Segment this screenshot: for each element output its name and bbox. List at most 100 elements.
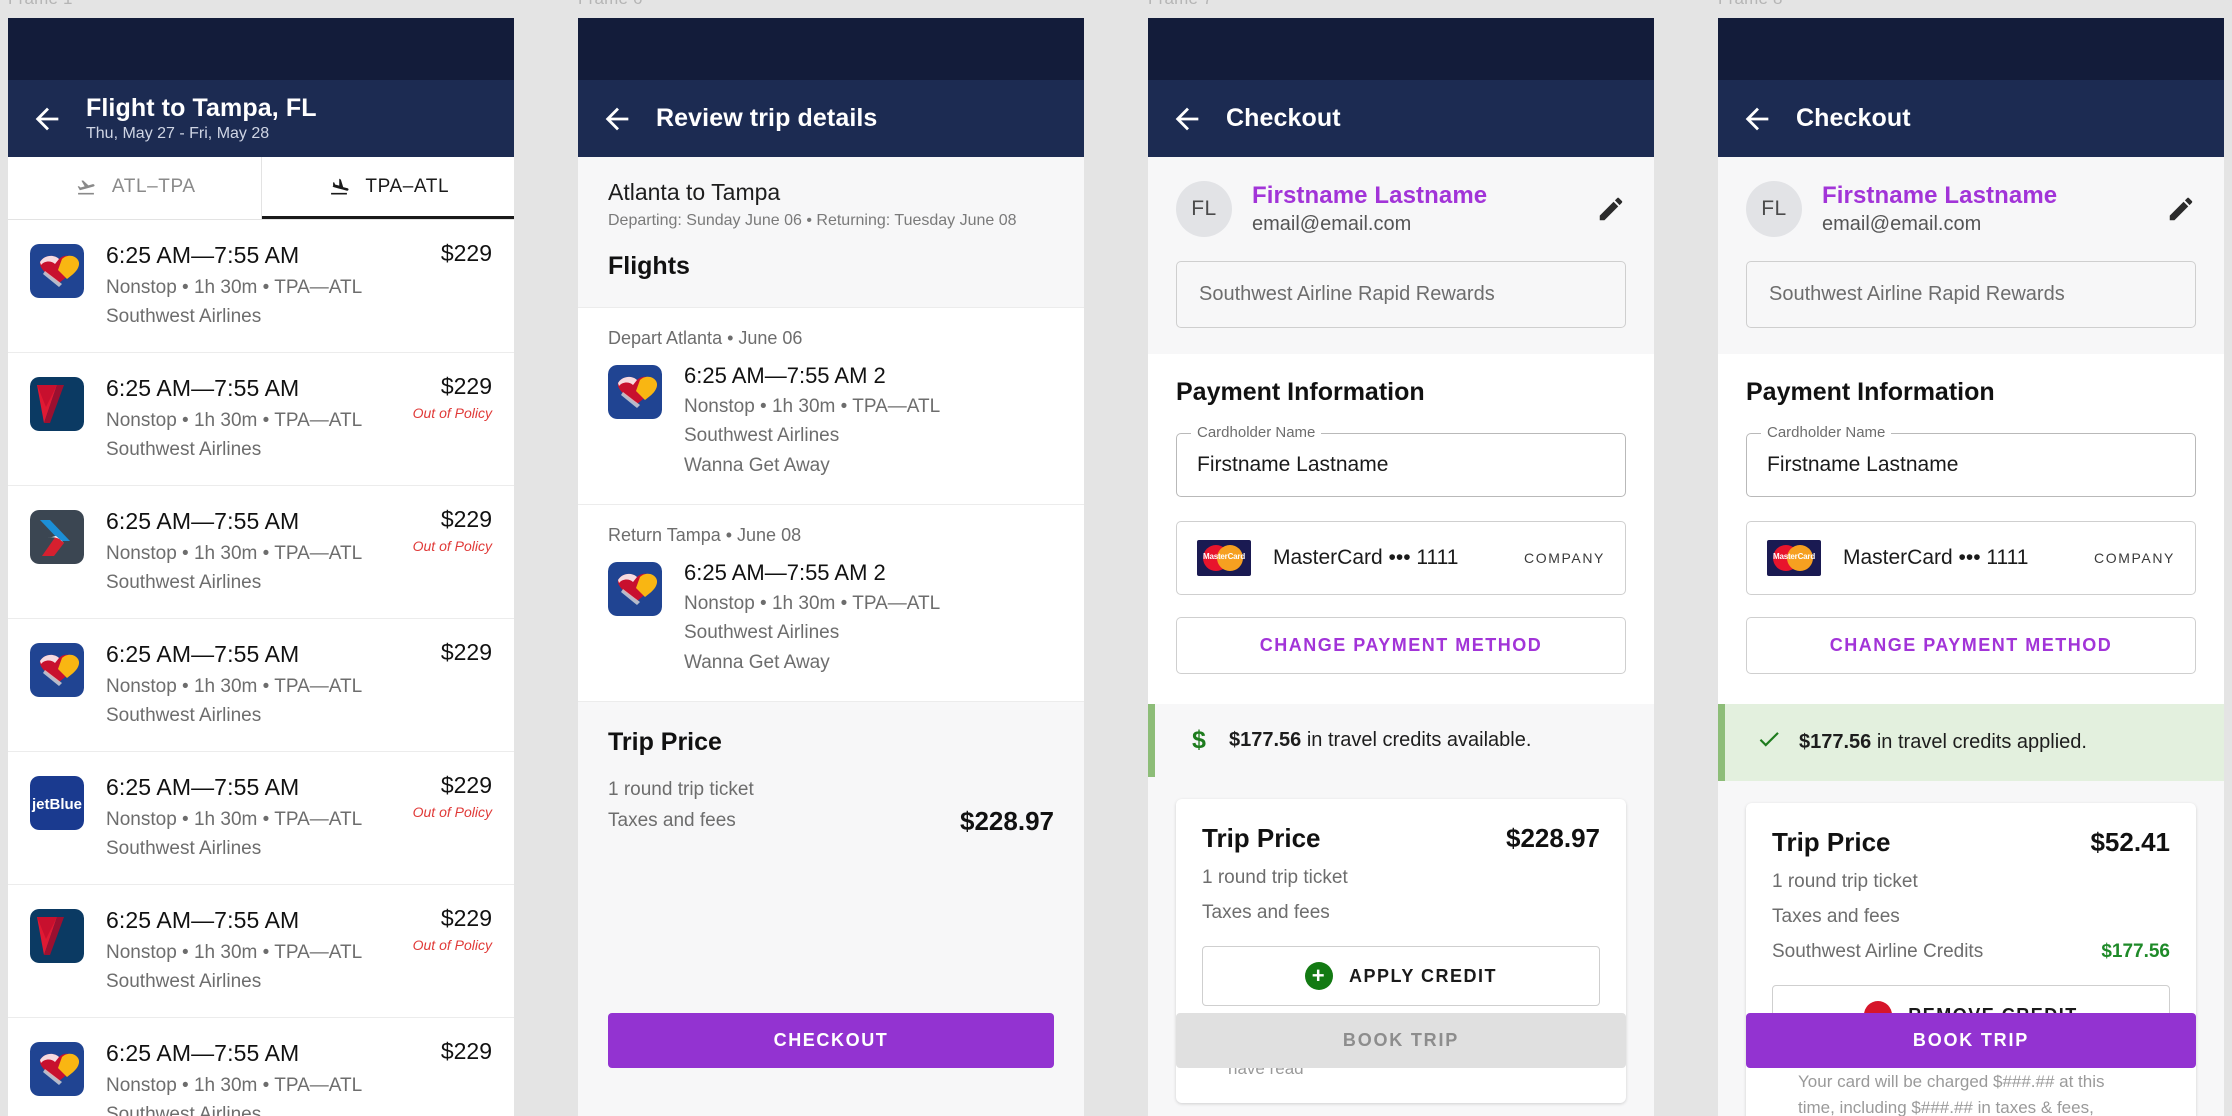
- flight-time: 6:25 AM—7:55 AM: [106, 242, 300, 268]
- checkout-button[interactable]: CHECKOUT: [608, 1013, 1054, 1068]
- flight-row[interactable]: 6:25 AM—7:55 AM Nonstop • 1h 30m • TPA—A…: [8, 618, 514, 752]
- traveler-texts: Firstname Lastname email@email.com: [1822, 182, 2166, 236]
- trip-price-amount: $228.97: [1506, 823, 1600, 853]
- add-circle-icon: +: [1304, 962, 1333, 990]
- rewards-input[interactable]: Southwest Airline Rapid Rewards: [1746, 261, 2196, 328]
- flight-airline: Southwest Airlines: [106, 838, 262, 860]
- out-of-policy-badge: Out of Policy: [412, 803, 492, 820]
- flight-price: $229: [440, 771, 492, 798]
- rewards-input[interactable]: Southwest Airline Rapid Rewards: [1176, 261, 1626, 328]
- app-bar: Checkout: [1148, 80, 1654, 157]
- book-trip-button[interactable]: BOOK TRIP: [1176, 1013, 1626, 1068]
- flight-price: $229: [440, 904, 492, 931]
- flight-row[interactable]: 6:25 AM—7:55 AM Nonstop • 1h 30m • TPA—A…: [8, 220, 514, 353]
- southwest-logo: [30, 642, 84, 697]
- page-title: Review trip details: [656, 104, 878, 133]
- credit-text: in travel credits available.: [1301, 729, 1532, 751]
- cardholder-field[interactable]: Cardholder Name Firstname Lastname: [1176, 424, 1626, 497]
- trip-price-lines: 1 round trip ticket Taxes and fees: [608, 775, 754, 837]
- leg-tabs: ATL–TPA TPA–ATL: [8, 157, 514, 220]
- change-payment-method-button[interactable]: CHANGE PAYMENT METHOD: [1746, 617, 2196, 674]
- credit-banner: $ $177.56 in travel credits available.: [1148, 704, 1654, 777]
- credit-text: in travel credits applied.: [1871, 731, 2087, 753]
- flight-info: 6:25 AM—7:55 AM Nonstop • 1h 30m • TPA—A…: [106, 905, 403, 997]
- trip-price-line-2-label: Taxes and fees: [1202, 902, 1330, 923]
- app-bar-titles: Flight to Tampa, FL Thu, May 27 - Fri, M…: [86, 94, 317, 144]
- depart-segment: Depart Atlanta • June 06 6:25 AM—7:55 AM…: [578, 307, 1084, 506]
- flight-meta: Nonstop • 1h 30m • TPA—ATL: [106, 808, 363, 830]
- flight-price: $229: [440, 1037, 492, 1064]
- flight-price-col: $229 Out of Policy: [403, 506, 492, 554]
- flight-price: $229: [440, 505, 492, 532]
- flight-row[interactable]: 6:25 AM—7:55 AM Nonstop • 1h 30m • TPA—A…: [8, 884, 514, 1018]
- trip-price-line-1-label: 1 round trip ticket: [1772, 871, 1918, 892]
- credit-amount: $177.56: [1799, 731, 1872, 753]
- flight-takeoff-icon: [73, 177, 99, 197]
- frame-2-review-trip: Review trip details Atlanta to Tampa Dep…: [578, 18, 1084, 1116]
- flight-time: 6:25 AM—7:55 AM: [106, 1039, 300, 1066]
- flight-info: 6:25 AM—7:55 AM Nonstop • 1h 30m • TPA—A…: [106, 240, 431, 332]
- flight-row[interactable]: 6:25 AM—7:55 AM Nonstop • 1h 30m • TPA—A…: [8, 352, 514, 486]
- southwest-logo: [30, 1041, 84, 1096]
- status-bar: [1148, 18, 1654, 80]
- saved-card-row[interactable]: MasterCard MasterCard ••• 1111 COMPANY: [1746, 521, 2196, 595]
- back-arrow-icon[interactable]: [1740, 102, 1774, 136]
- flight-price-col: $229 Out of Policy: [403, 772, 492, 820]
- pencil-icon[interactable]: [1596, 194, 1626, 224]
- credit-line-value: $177.56: [2101, 941, 2170, 962]
- segment-airline: Southwest Airlines: [684, 425, 840, 447]
- trip-price-line-2: Taxes and fees: [1202, 902, 1600, 924]
- flight-row[interactable]: 6:25 AM—7:55 AM Nonstop • 1h 30m • TPA—A…: [8, 1017, 514, 1116]
- frame-label-1: Frame 1: [8, 0, 73, 9]
- trip-price-line-1: 1 round trip ticket: [608, 779, 754, 801]
- status-bar: [578, 18, 1084, 80]
- traveler-section: FL Firstname Lastname email@email.com So…: [1718, 157, 2224, 354]
- back-arrow-icon[interactable]: [1170, 102, 1204, 136]
- flight-row[interactable]: 6:25 AM—7:55 AM Nonstop • 1h 30m • TPA—A…: [8, 485, 514, 619]
- flight-meta: Nonstop • 1h 30m • TPA—ATL: [106, 542, 363, 564]
- flight-time: 6:25 AM—7:55 AM: [106, 374, 300, 401]
- trip-price-line-1: 1 round trip ticket: [1772, 871, 2170, 893]
- traveler-email: email@email.com: [1822, 213, 1982, 235]
- frame-4-checkout-credit-applied: Checkout FL Firstname Lastname email@ema…: [1718, 18, 2224, 1116]
- tab-tpa-atl[interactable]: TPA–ATL: [261, 157, 514, 219]
- pencil-icon[interactable]: [2166, 194, 2196, 224]
- frame-label-3: Frame 7: [1148, 0, 1213, 9]
- cardholder-field[interactable]: Cardholder Name Firstname Lastname: [1746, 424, 2196, 497]
- card-badge: COMPANY: [2094, 550, 2175, 566]
- svg-text:jetBlue: jetBlue: [31, 796, 82, 813]
- flight-time: 6:25 AM—7:55 AM: [106, 773, 300, 800]
- app-bar: Flight to Tampa, FL Thu, May 27 - Fri, M…: [8, 80, 514, 157]
- flight-price-col: $229: [431, 1038, 492, 1070]
- traveler-row: FL Firstname Lastname email@email.com: [1746, 181, 2196, 237]
- flight-meta: Nonstop • 1h 30m • TPA—ATL: [106, 409, 363, 431]
- southwest-logo: [30, 244, 84, 298]
- trip-price-row: 1 round trip ticket Taxes and fees $228.…: [608, 775, 1054, 837]
- card-label: MasterCard ••• 1111: [1843, 546, 2029, 569]
- flight-price: $229: [440, 240, 492, 266]
- flight-row[interactable]: jetBlue 6:25 AM—7:55 AM Nonstop • 1h 30m…: [8, 751, 514, 885]
- return-segment: Return Tampa • June 08 6:25 AM—7:55 AM 2…: [578, 505, 1084, 703]
- trip-price-title: Trip Price: [1772, 827, 1891, 857]
- trip-price-credit-line: Southwest Airline Credits $177.56: [1772, 941, 2170, 963]
- frame-label-4: Frame 8: [1718, 0, 1783, 9]
- tab-atl-tpa[interactable]: ATL–TPA: [8, 157, 261, 219]
- back-arrow-icon[interactable]: [30, 102, 64, 136]
- trip-route: Atlanta to Tampa: [608, 179, 781, 205]
- segment-text: 6:25 AM—7:55 AM 2 Nonstop • 1h 30m • TPA…: [684, 558, 940, 677]
- trip-price-title: Trip Price: [608, 728, 722, 757]
- checkout-body: FL Firstname Lastname email@email.com So…: [1718, 157, 2224, 1116]
- book-trip-button[interactable]: BOOK TRIP: [1746, 1013, 2196, 1068]
- segment-airline: Southwest Airlines: [684, 622, 840, 644]
- flight-price: $229: [440, 372, 492, 399]
- cardholder-label: Cardholder Name: [1191, 424, 1322, 441]
- flights-section-heading: Flights: [608, 252, 690, 280]
- change-payment-method-button[interactable]: CHANGE PAYMENT METHOD: [1176, 617, 1626, 674]
- flight-airline: Southwest Airlines: [106, 971, 262, 993]
- american-logo: [30, 509, 84, 564]
- saved-card-row[interactable]: MasterCard MasterCard ••• 1111 COMPANY: [1176, 521, 1626, 595]
- back-arrow-icon[interactable]: [600, 102, 634, 136]
- apply-credit-button[interactable]: + APPLY CREDIT: [1202, 946, 1600, 1006]
- payment-section: Payment Information Cardholder Name Firs…: [1148, 354, 1654, 704]
- frame-label-2: Frame 6: [578, 0, 643, 9]
